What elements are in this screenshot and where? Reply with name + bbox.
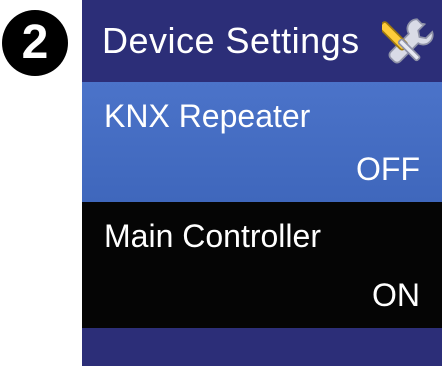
device-screen: Device Settings KNX Repeater OFF Main Co… — [82, 0, 442, 366]
menu-item-value: ON — [372, 277, 420, 313]
menu-item-value: OFF — [356, 151, 420, 187]
step-number-badge: 2 — [2, 10, 68, 76]
menu-item-label: Main Controller — [104, 218, 321, 254]
menu-item-knx-repeater[interactable]: KNX Repeater OFF — [82, 82, 442, 202]
screen-footer — [82, 328, 442, 366]
menu-item-main-controller[interactable]: Main Controller ON — [82, 202, 442, 328]
screen-header: Device Settings — [82, 0, 442, 82]
wrench-screwdriver-icon — [378, 14, 438, 70]
menu-item-label: KNX Repeater — [104, 98, 311, 134]
screen-title: Device Settings — [102, 20, 360, 61]
step-number: 2 — [21, 16, 49, 69]
